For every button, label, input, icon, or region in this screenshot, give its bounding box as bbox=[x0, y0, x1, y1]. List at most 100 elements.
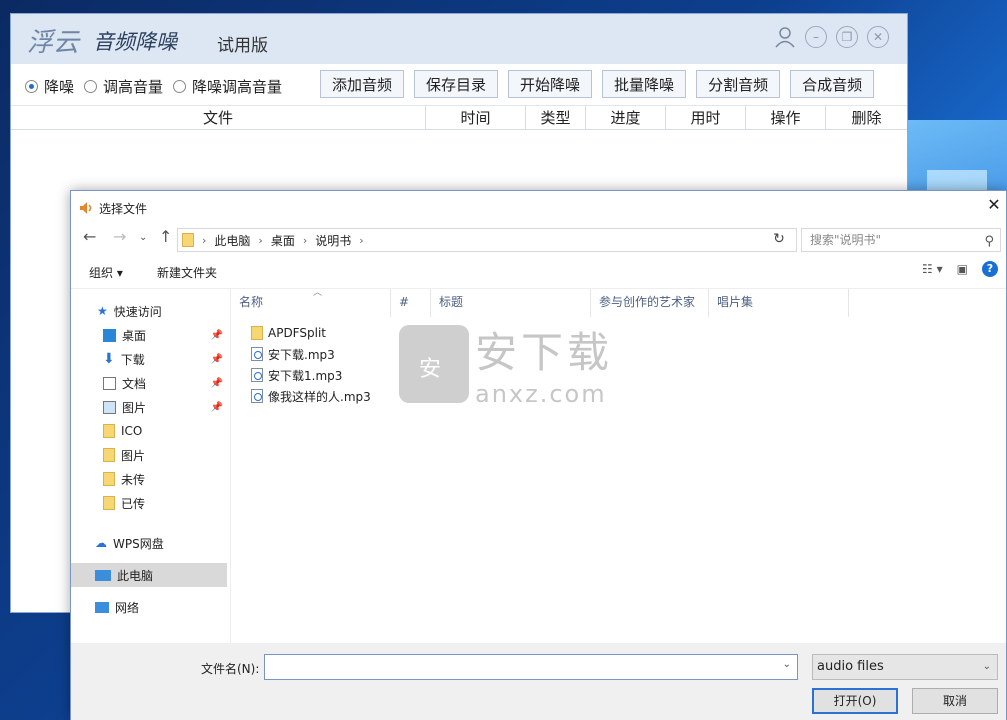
search-placeholder: 搜索"说明书" bbox=[810, 233, 882, 247]
mode-volume-up[interactable]: 调高音量 bbox=[84, 76, 163, 97]
file-name: 安下载1.mp3 bbox=[268, 368, 343, 383]
radio-icon[interactable] bbox=[25, 80, 38, 93]
watermark-bag-icon bbox=[399, 324, 469, 403]
sidebar-item-pictures[interactable]: 图片 📌 bbox=[103, 395, 227, 419]
pin-icon[interactable]: 📌 bbox=[211, 354, 223, 365]
up-arrow-icon[interactable]: ↑ bbox=[159, 227, 172, 246]
watermark: 安下载 anxz.com bbox=[399, 319, 613, 408]
radio-icon[interactable] bbox=[84, 80, 98, 93]
column-action[interactable]: 操作 bbox=[746, 106, 826, 129]
chevron-down-icon[interactable]: ⌄ bbox=[983, 655, 991, 679]
close-icon[interactable]: ✕ bbox=[867, 26, 889, 48]
audio-file-icon bbox=[251, 347, 263, 361]
view-options-icon[interactable]: ☷ ▾ bbox=[922, 262, 943, 276]
audio-file-icon bbox=[251, 389, 263, 403]
cancel-button[interactable]: 取消 bbox=[912, 688, 998, 714]
sidebar-item-pictures-folder[interactable]: 图片 bbox=[103, 443, 227, 467]
column-delete[interactable]: 删除 bbox=[826, 106, 907, 129]
list-item[interactable]: APDFSplit bbox=[251, 323, 326, 343]
column-number[interactable]: # bbox=[391, 289, 431, 317]
app-titlebar: 浮云 音频降噪 试用版 – ❐ ✕ bbox=[11, 14, 907, 64]
dialog-footer: 文件名(N): ⌄ audio files ⌄ 打开(O) 取消 bbox=[71, 643, 1006, 720]
download-icon: ⬇ bbox=[103, 351, 115, 367]
sidebar-item-this-pc[interactable]: 此电脑 bbox=[71, 563, 227, 587]
pin-icon[interactable]: 📌 bbox=[211, 402, 223, 413]
mode-label: 降噪 bbox=[44, 78, 75, 96]
column-progress[interactable]: 进度 bbox=[586, 106, 666, 129]
column-name[interactable]: 名称 bbox=[231, 289, 391, 317]
app-name: 音频降噪 bbox=[93, 30, 177, 54]
save-dir-button[interactable]: 保存目录 bbox=[414, 70, 499, 98]
desktop-icon bbox=[103, 328, 116, 342]
back-arrow-icon[interactable]: ← bbox=[83, 227, 96, 246]
mode-label: 调高音量 bbox=[103, 78, 164, 96]
search-icon[interactable]: ⚲ bbox=[984, 231, 994, 253]
split-audio-button[interactable]: 分割音频 bbox=[696, 70, 781, 98]
pin-icon[interactable]: 📌 bbox=[211, 378, 223, 389]
document-icon bbox=[103, 376, 116, 390]
mode-denoise[interactable]: 降噪 bbox=[25, 76, 74, 97]
batch-denoise-button[interactable]: 批量降噪 bbox=[602, 70, 687, 98]
column-type[interactable]: 类型 bbox=[526, 106, 586, 129]
list-item[interactable]: 像我这样的人.mp3 bbox=[251, 386, 371, 406]
dialog-title: 选择文件 bbox=[99, 201, 148, 216]
list-item[interactable]: 安下载.mp3 bbox=[251, 344, 335, 364]
column-time[interactable]: 时间 bbox=[426, 106, 526, 129]
filetype-select[interactable]: audio files ⌄ bbox=[812, 654, 998, 680]
cloud-icon: ☁ bbox=[95, 536, 107, 550]
window-controls: – ❐ ✕ bbox=[774, 26, 889, 48]
preview-pane-icon[interactable]: ▣ bbox=[957, 262, 968, 276]
star-icon: ★ bbox=[97, 304, 108, 318]
column-title[interactable]: 标题 bbox=[431, 289, 591, 317]
mode-denoise-volume-up[interactable]: 降噪调高音量 bbox=[173, 76, 282, 97]
address-bar[interactable]: › 此电脑 › 桌面 › 说明书 › bbox=[177, 228, 797, 252]
column-file[interactable]: 文件 bbox=[11, 106, 426, 129]
organize-menu[interactable]: 组织 ▾ bbox=[89, 264, 123, 281]
add-audio-button[interactable]: 添加音频 bbox=[320, 70, 405, 98]
sidebar-item-ico[interactable]: ICO bbox=[103, 419, 227, 443]
breadcrumb-item[interactable]: 此电脑 bbox=[214, 232, 250, 249]
chevron-right-icon: › bbox=[359, 233, 364, 247]
restore-icon[interactable]: ❐ bbox=[836, 26, 858, 48]
sidebar-item-transferred[interactable]: 已传 bbox=[103, 491, 227, 515]
sidebar-item-documents[interactable]: 文档 📌 bbox=[103, 371, 227, 395]
sidebar-item-desktop[interactable]: 桌面 📌 bbox=[103, 323, 227, 347]
folder-icon bbox=[103, 448, 115, 462]
chevron-right-icon: › bbox=[302, 233, 308, 247]
action-buttons: 添加音频 保存目录 开始降噪 批量降噪 分割音频 合成音频 bbox=[320, 70, 875, 98]
dialog-close-icon[interactable]: ✕ bbox=[982, 195, 1006, 219]
new-folder-button[interactable]: 新建文件夹 bbox=[157, 264, 217, 281]
recent-dropdown-icon[interactable]: ⌄ bbox=[139, 232, 147, 243]
column-album[interactable]: 唱片集 bbox=[709, 289, 849, 317]
column-artist[interactable]: 参与创作的艺术家 bbox=[591, 289, 709, 317]
pin-icon[interactable]: 📌 bbox=[211, 330, 223, 341]
breadcrumb-item[interactable]: 说明书 bbox=[315, 232, 351, 249]
chevron-down-icon[interactable]: ⌄ bbox=[783, 659, 791, 670]
file-name: APDFSplit bbox=[268, 326, 326, 340]
column-elapsed[interactable]: 用时 bbox=[666, 106, 746, 129]
radio-icon[interactable] bbox=[173, 80, 187, 93]
user-icon[interactable] bbox=[774, 26, 796, 48]
breadcrumb-item[interactable]: 桌面 bbox=[271, 232, 295, 249]
merge-audio-button[interactable]: 合成音频 bbox=[790, 70, 875, 98]
minimize-icon[interactable]: – bbox=[805, 26, 827, 48]
chevron-right-icon: › bbox=[202, 233, 207, 247]
search-input[interactable]: 搜索"说明书" ⚲ bbox=[801, 228, 1001, 252]
folder-icon bbox=[182, 233, 194, 247]
view-controls: ☷ ▾ ▣ ? bbox=[922, 261, 998, 277]
mode-label: 降噪调高音量 bbox=[192, 78, 283, 96]
sidebar-item-downloads[interactable]: ⬇ 下载 📌 bbox=[103, 347, 227, 371]
quick-access-item[interactable]: ★ 快速访问 bbox=[97, 299, 253, 323]
filename-input[interactable]: ⌄ bbox=[264, 654, 798, 680]
sidebar-item-wps[interactable]: ☁ WPS网盘 bbox=[95, 531, 227, 555]
navigation-pane: ★ 快速访问 桌面 📌 ⬇ 下载 📌 文档 📌 图片 📌 ICO 图片 未传 已… bbox=[71, 289, 231, 643]
open-button[interactable]: 打开(O) bbox=[812, 688, 898, 714]
sidebar-item-untransferred[interactable]: 未传 bbox=[103, 467, 227, 491]
computer-icon bbox=[95, 569, 111, 581]
refresh-icon[interactable]: ↻ bbox=[767, 228, 791, 252]
forward-arrow-icon[interactable]: → bbox=[113, 227, 126, 246]
sidebar-item-network[interactable]: 网络 bbox=[95, 595, 227, 619]
list-item[interactable]: 安下载1.mp3 bbox=[251, 365, 342, 385]
help-icon[interactable]: ? bbox=[982, 261, 998, 277]
start-denoise-button[interactable]: 开始降噪 bbox=[508, 70, 593, 98]
